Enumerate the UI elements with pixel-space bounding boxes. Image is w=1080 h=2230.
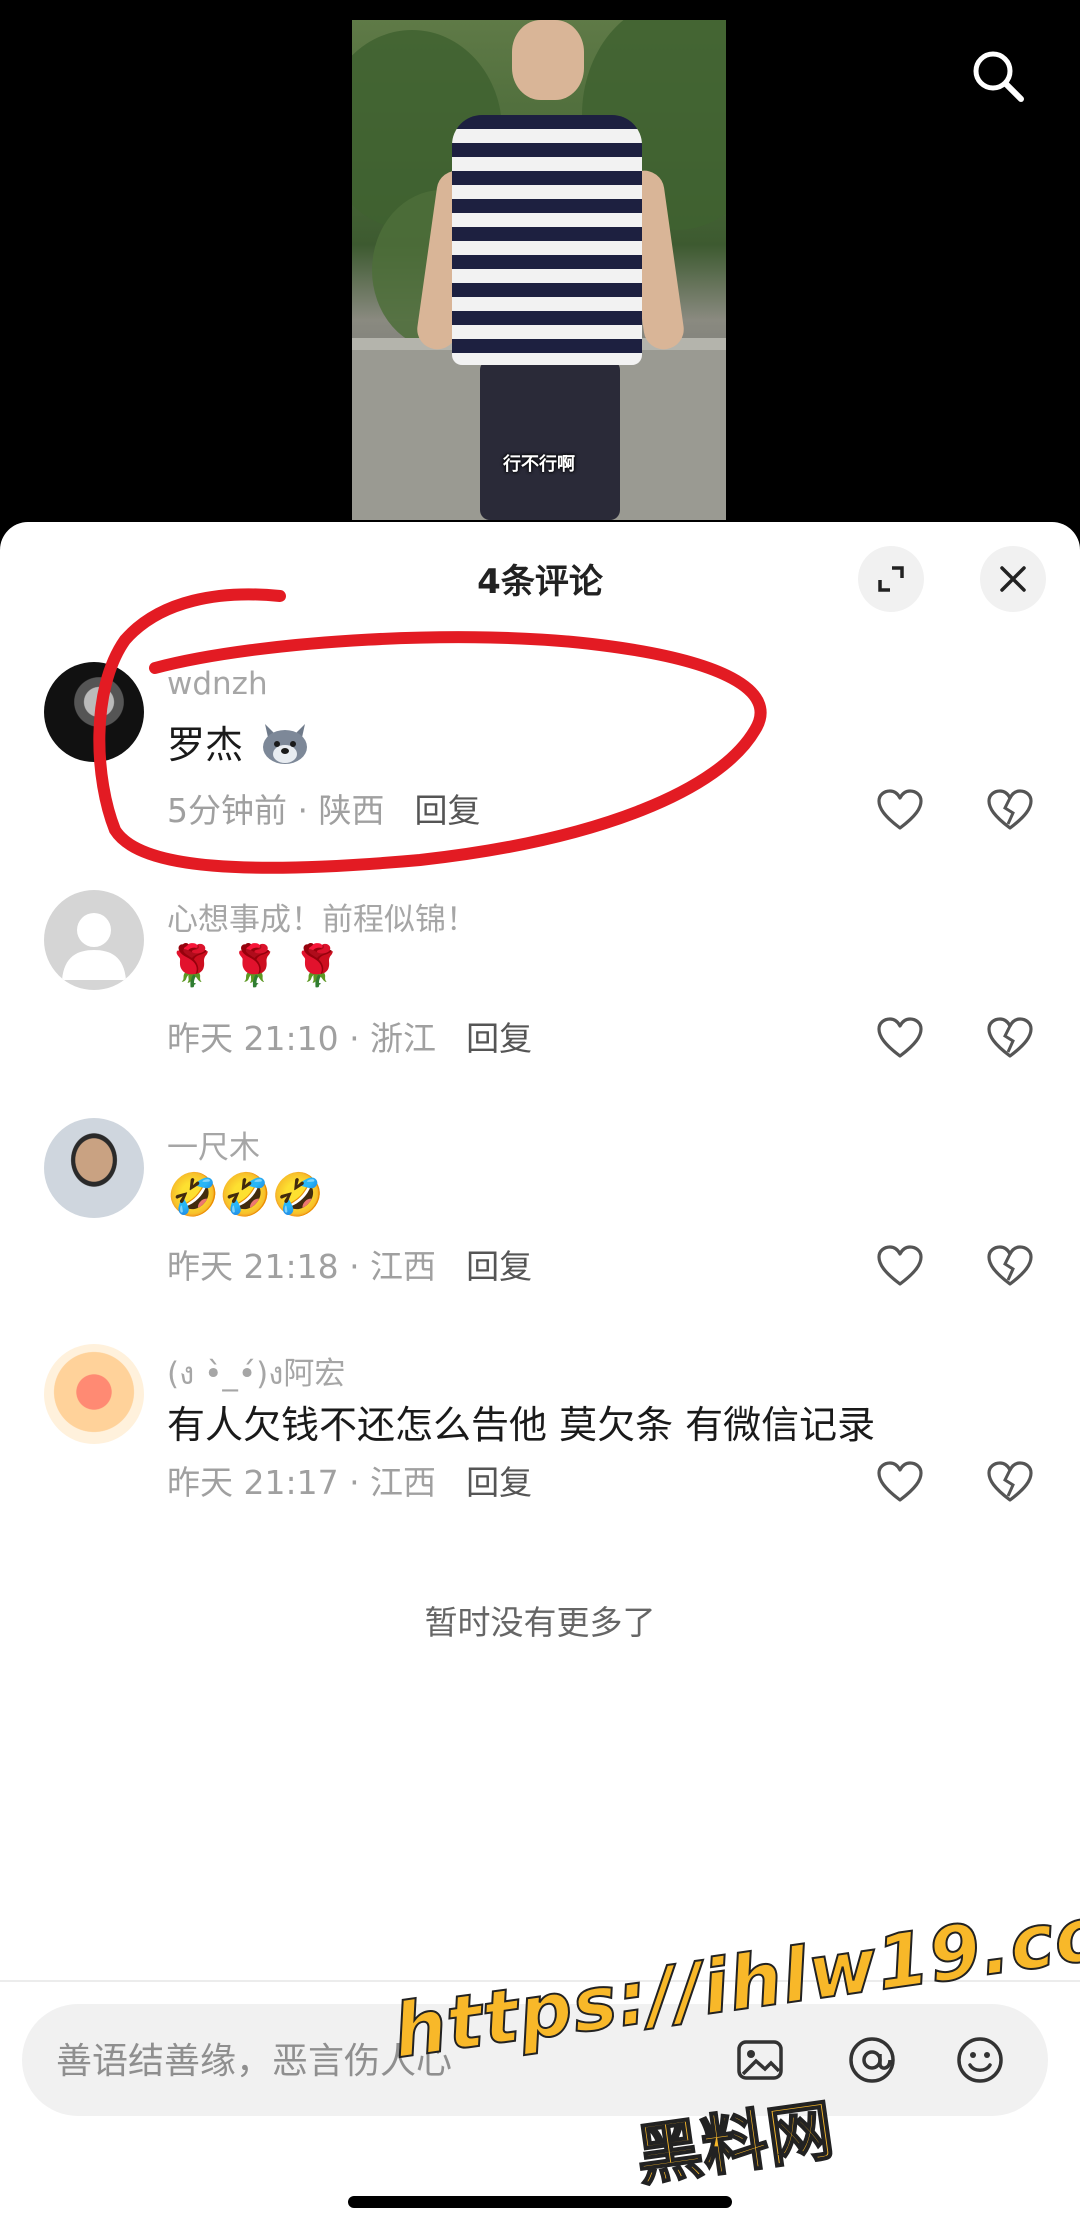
- reply-button[interactable]: 回复: [414, 791, 480, 830]
- person-pants: [480, 360, 620, 520]
- video-player[interactable]: 行不行啊: [0, 0, 1080, 540]
- home-indicator: [348, 2196, 732, 2208]
- dislike-button[interactable]: [982, 1238, 1038, 1294]
- comment-text: 🌹 🌹 🌹: [167, 943, 342, 989]
- video-frame[interactable]: 行不行啊: [352, 20, 726, 520]
- dislike-button[interactable]: [982, 1010, 1038, 1066]
- broken-heart-icon: [987, 1461, 1033, 1502]
- avatar[interactable]: [44, 1344, 144, 1444]
- image-button[interactable]: [732, 2032, 788, 2088]
- reply-button[interactable]: 回复: [466, 1019, 532, 1058]
- comment-time-location: 昨天 21:10 · 浙江: [167, 1019, 437, 1058]
- emoji-button[interactable]: [952, 2032, 1008, 2088]
- comment-username[interactable]: (ง •̀_•́)ง阿宏: [167, 1348, 345, 1398]
- image-icon: [737, 2040, 783, 2080]
- dislike-button[interactable]: [982, 1454, 1038, 1510]
- at-icon: [849, 2037, 895, 2083]
- dislike-button[interactable]: [982, 782, 1038, 838]
- like-button[interactable]: [872, 1238, 928, 1294]
- comment-item: (ง •̀_•́)ง阿宏 有人欠钱不还怎么告他 莫欠条 有微信记录 昨天 21:…: [0, 1344, 1080, 1514]
- reply-button[interactable]: 回复: [466, 1247, 532, 1286]
- heart-icon: [877, 1017, 923, 1058]
- default-avatar-icon: [62, 913, 126, 980]
- avatar[interactable]: [44, 890, 144, 990]
- close-button[interactable]: [980, 546, 1046, 612]
- comment-meta: 昨天 21:10 · 浙江 回复: [167, 1012, 532, 1060]
- comment-username[interactable]: 一尺木: [167, 1122, 260, 1167]
- comment-meta: 昨天 21:18 · 江西 回复: [167, 1240, 532, 1288]
- close-icon: [1000, 566, 1026, 592]
- like-button[interactable]: [872, 1454, 928, 1510]
- person-head: [512, 20, 584, 100]
- person-striped-shirt: [452, 115, 642, 365]
- no-more-comments: 暂时没有更多了: [424, 1603, 656, 1642]
- comment-time-location: 昨天 21:17 · 江西: [167, 1463, 437, 1502]
- comment-text: 罗杰: [167, 714, 311, 769]
- comment-username[interactable]: 心想事成！前程似锦！: [167, 894, 477, 939]
- wolf-emoji-icon: [263, 724, 308, 764]
- broken-heart-icon: [987, 1245, 1033, 1286]
- comment-text-body: 罗杰: [167, 723, 244, 767]
- comment-item: wdnzh 罗杰 5分钟前 · 陕西 回复: [0, 662, 1080, 832]
- expand-button[interactable]: [858, 546, 924, 612]
- video-subtitle: 行不行啊: [503, 454, 575, 475]
- comment-time-location: 5分钟前 · 陕西: [167, 791, 385, 830]
- comment-meta: 昨天 21:17 · 江西 回复: [167, 1456, 532, 1504]
- like-button[interactable]: [872, 782, 928, 838]
- comment-time-location: 昨天 21:18 · 江西: [167, 1247, 437, 1286]
- reply-button[interactable]: 回复: [466, 1463, 532, 1502]
- broken-heart-icon: [987, 789, 1033, 830]
- avatar[interactable]: [44, 662, 144, 762]
- heart-icon: [877, 1461, 923, 1502]
- mention-button[interactable]: [844, 2032, 900, 2088]
- expand-icon: [878, 566, 904, 592]
- search-button[interactable]: [966, 44, 1030, 108]
- search-icon: [973, 51, 1024, 102]
- avatar[interactable]: [44, 1118, 144, 1218]
- broken-heart-icon: [987, 1017, 1033, 1058]
- comment-item: 一尺木 🤣🤣🤣 昨天 21:18 · 江西 回复: [0, 1118, 1080, 1288]
- comment-text: 🤣🤣🤣: [167, 1170, 324, 1219]
- comment-meta: 5分钟前 · 陕西 回复: [167, 784, 480, 832]
- heart-icon: [877, 789, 923, 830]
- like-button[interactable]: [872, 1010, 928, 1066]
- heart-icon: [877, 1245, 923, 1286]
- comment-username[interactable]: wdnzh: [167, 666, 268, 702]
- emoji-icon: [957, 2037, 1003, 2083]
- comment-item: 心想事成！前程似锦！ 🌹 🌹 🌹 昨天 21:10 · 浙江 回复: [0, 890, 1080, 1060]
- comment-text: 有人欠钱不还怎么告他 莫欠条 有微信记录: [167, 1403, 876, 1447]
